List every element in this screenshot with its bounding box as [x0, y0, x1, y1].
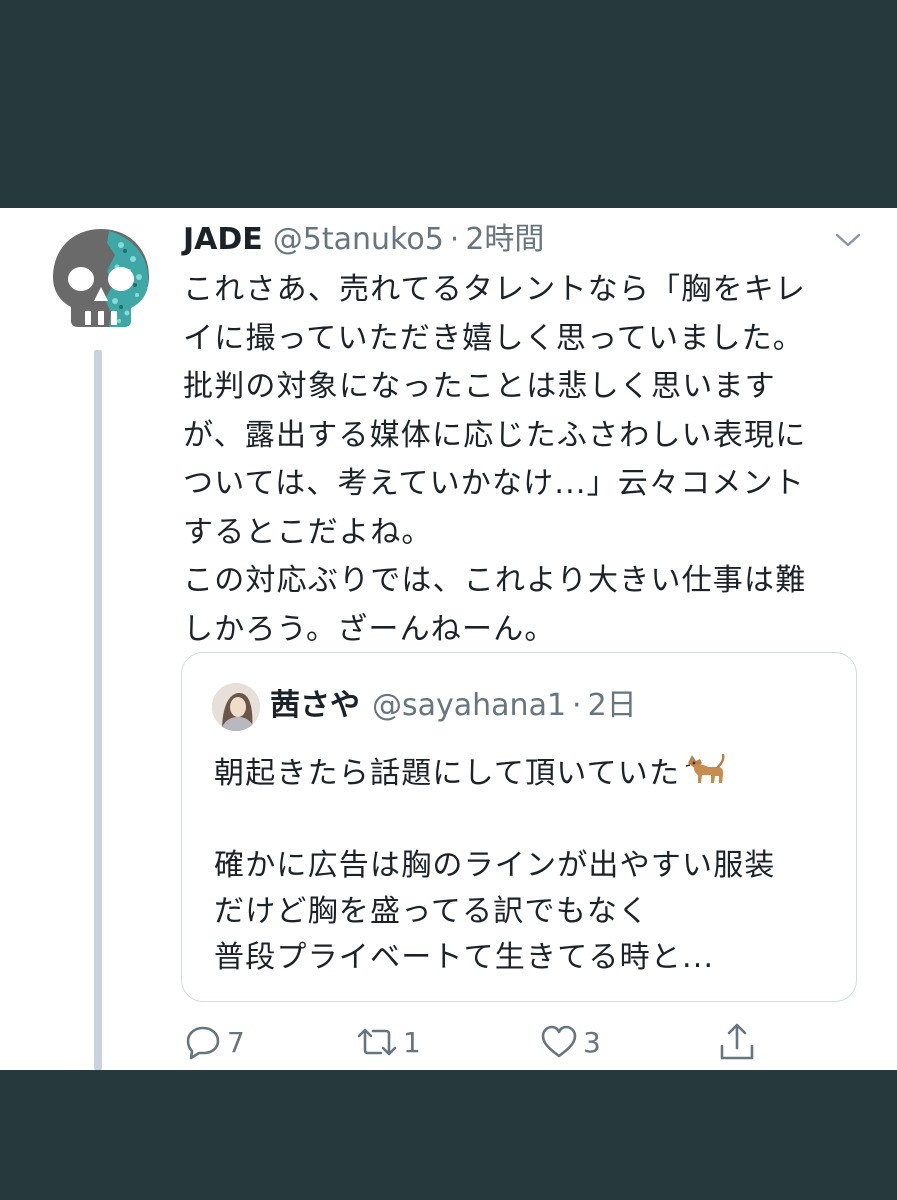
- retweet-button[interactable]: 1: [355, 1020, 421, 1064]
- share-icon: [717, 1022, 757, 1062]
- dog-emoji-icon: [682, 749, 726, 789]
- quoted-text-line: だけど胸を盛ってる訳でもなく: [214, 894, 650, 929]
- skull-avatar-icon[interactable]: [49, 225, 153, 333]
- quoted-author-name[interactable]: 茜さや: [270, 685, 360, 727]
- timestamp[interactable]: 2時間: [465, 220, 544, 260]
- tweet-card[interactable]: JADE @5tanuko5 · 2時間 これさあ、売れてるタレントなら「胸をキ…: [0, 208, 897, 1070]
- quoted-author-avatar[interactable]: [212, 683, 260, 731]
- tweet-text-line: するとこだよね。: [183, 514, 433, 550]
- tweet-text-line: ついては、考えていかなけ...」云々コメント: [183, 466, 806, 501]
- like-count: 3: [583, 1025, 601, 1059]
- tweet-header: JADE @5tanuko5 · 2時間: [183, 220, 544, 260]
- bottom-background-band: [0, 1070, 897, 1200]
- reply-button[interactable]: 7: [183, 1020, 245, 1064]
- quoted-tweet-text: 朝起きたら話題にして頂いていた 確かに広告は胸のラインが出やすい服装 だけど胸を…: [214, 749, 834, 981]
- author-name[interactable]: JADE: [183, 220, 263, 260]
- quoted-author-handle[interactable]: @sayahana1: [372, 685, 566, 727]
- retweet-icon: [355, 1022, 399, 1062]
- like-icon: [539, 1022, 579, 1062]
- reply-count: 7: [227, 1025, 245, 1059]
- separator-dot: ·: [572, 688, 582, 723]
- like-button[interactable]: 3: [539, 1020, 601, 1064]
- quoted-text-line: 確かに広告は胸のラインが出やすい服装: [214, 848, 776, 883]
- tweet-text-line: これさあ、売れてるタレントなら「胸をキレ: [183, 272, 807, 307]
- quoted-tweet-card[interactable]: 茜さや @sayahana1 · 2日 朝起きたら話題にして頂いていた 確かに広…: [181, 652, 857, 1002]
- thread-connector-line: [94, 350, 102, 1070]
- quoted-tweet-header: 茜さや @sayahana1 · 2日: [270, 685, 637, 727]
- author-handle[interactable]: @5tanuko5: [273, 220, 444, 260]
- quoted-text-line: 普段プライベートて生きてる時と...: [214, 940, 715, 975]
- separator-dot: ·: [449, 222, 460, 257]
- tweet-text-line: が、露出する媒体に応じたふさわしい表現に: [183, 417, 807, 453]
- tweet-text-line: 批判の対象になったことは悲しく思います: [183, 369, 776, 404]
- quoted-text-line: [214, 797, 834, 843]
- quoted-text-line: 朝起きたら話題にして頂いていた: [214, 749, 834, 797]
- top-background-band: [0, 0, 897, 208]
- quoted-text-line-1: 朝起きたら話題にして頂いていた: [214, 756, 681, 791]
- tweet-text-line: この対応ぶりでは、これより大きい仕事は難: [183, 563, 807, 598]
- quoted-timestamp[interactable]: 2日: [588, 685, 637, 727]
- tweet-text: これさあ、売れてるタレントなら「胸をキレ イに撮っていただき嬉しく思っていました…: [183, 266, 863, 654]
- tweet-text-line: イに撮っていただき嬉しく思っていました。: [183, 320, 804, 356]
- share-button[interactable]: [717, 1020, 757, 1064]
- retweet-count: 1: [403, 1025, 421, 1059]
- tweet-text-line: しかろう。ざーんねーん。: [183, 611, 556, 647]
- tweet-action-bar: 7 1 3: [183, 1020, 783, 1064]
- reply-icon: [183, 1022, 223, 1062]
- chevron-down-icon[interactable]: [834, 230, 862, 250]
